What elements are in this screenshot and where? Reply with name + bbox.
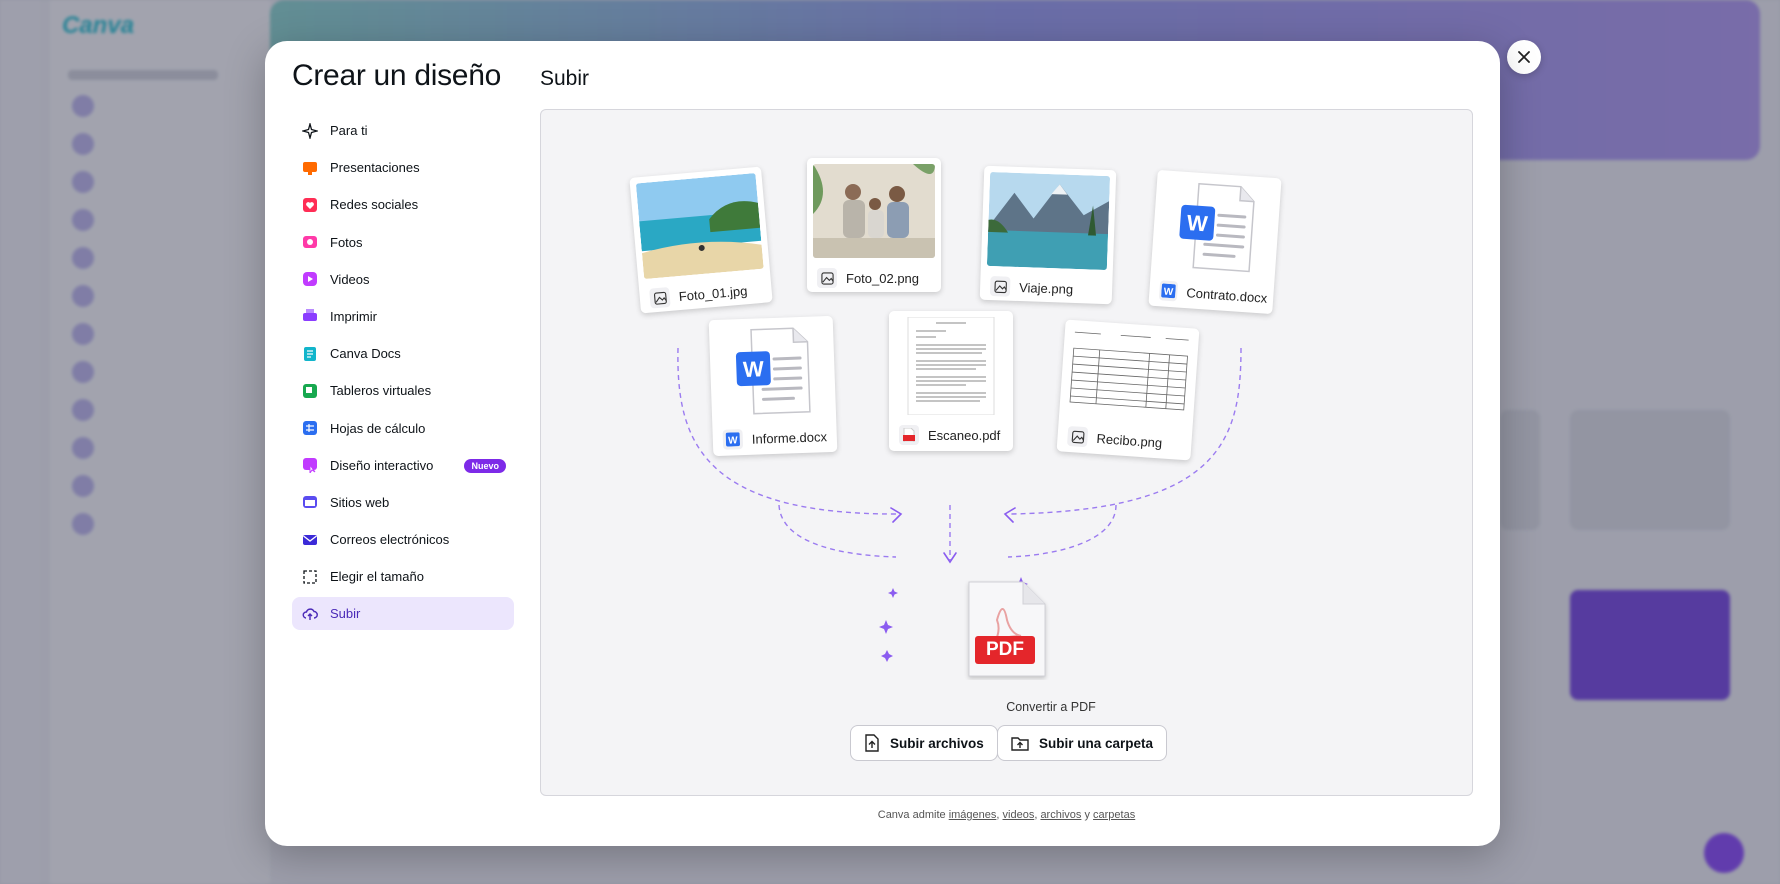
lake-photo-thumbnail (986, 171, 1111, 271)
nav-item-label: Fotos (330, 234, 363, 250)
file-name: Contrato.docx (1185, 284, 1268, 306)
nav-item-redes-sociales[interactable]: Redes sociales (292, 188, 514, 221)
file-name: Viaje.png (1018, 279, 1074, 297)
image-icon (817, 268, 837, 288)
upload-folder-button[interactable]: Subir una carpeta (997, 725, 1168, 761)
nav-item-label: Elegir el tamaño (330, 569, 424, 585)
word-icon: W (1158, 280, 1179, 302)
nav-item-canva-docs[interactable]: Canva Docs (292, 337, 514, 370)
file-card: Viaje.png (979, 165, 1117, 305)
camera-icon (302, 234, 318, 250)
nav-item-label: Redes sociales (330, 197, 419, 213)
family-photo-thumbnail (813, 164, 935, 258)
website-icon (302, 494, 318, 510)
file-card: W W Informe.docx (708, 315, 838, 457)
nav-item-label: Tableros virtuales (330, 383, 432, 399)
nav-item-label: Subir (330, 606, 361, 622)
nav-item-videos[interactable]: Videos (292, 263, 514, 296)
file-card: Recibo.png (1056, 319, 1200, 461)
beach-photo-thumbnail (635, 173, 764, 280)
whiteboard-icon (302, 383, 318, 399)
svg-text:W: W (1186, 210, 1209, 236)
create-design-modal: Crear un diseño Para ti Presentaciones Red… (265, 41, 1500, 846)
file-card: W W Contrato.docx (1148, 169, 1282, 315)
convert-to-pdf-label: Convertir a PDF (1006, 700, 1096, 714)
print-icon (302, 308, 318, 324)
pdf-badge: PDF (986, 639, 1024, 660)
file-name: Foto_02.png (846, 270, 920, 286)
files-link[interactable]: archivos (1040, 809, 1081, 821)
nav-item-dise-o-interactivo[interactable]: Diseño interactivo Nuevo (292, 449, 514, 482)
nav-item-label: Correos electrónicos (330, 532, 450, 548)
receipt-thumbnail (1065, 325, 1194, 425)
footer-text: y (1081, 809, 1094, 821)
image-icon (989, 276, 1011, 297)
nav-item-label: Diseño interactivo (330, 457, 434, 473)
heart-icon (302, 197, 318, 213)
nav-item-label: Hojas de cálculo (330, 420, 426, 436)
supported-formats-note: Canva admite imágenes, videos, archivos … (540, 809, 1473, 821)
new-badge: Nuevo (464, 458, 506, 473)
nav-item-label: Videos (330, 271, 370, 287)
file-name: Escaneo.pdf (928, 427, 1001, 443)
nav-item-imprimir[interactable]: Imprimir (292, 300, 514, 333)
nav-item-subir[interactable]: Subir (292, 597, 514, 631)
nav-item-elegir-el-tama-o[interactable]: Elegir el tamaño (292, 560, 514, 593)
scanned-document-thumbnail (895, 317, 1007, 415)
nav-item-sitios-web[interactable]: Sitios web (292, 486, 514, 519)
upload-dropzone[interactable]: Foto_01.jpg Foto_02.png Viaje.png W W Co… (540, 109, 1473, 796)
folders-link[interactable]: carpetas (1093, 809, 1135, 821)
nav-item-hojas-de-cálculo[interactable]: Hojas de cálculo (292, 412, 514, 445)
cloud-upload-icon (302, 606, 318, 622)
images-link[interactable]: imágenes (949, 809, 997, 821)
presentation-icon (302, 160, 318, 176)
image-icon (1066, 425, 1089, 448)
nav-item-label: Canva Docs (330, 346, 401, 362)
file-name: Recibo.png (1096, 430, 1163, 450)
file-card: Foto_02.png (807, 158, 941, 292)
nav-item-para-ti[interactable]: Para ti (292, 114, 514, 147)
word-doc-thumbnail: W (715, 322, 830, 420)
email-icon (302, 532, 318, 548)
design-type-nav: Para ti Presentaciones Redes sociales Fotos… (292, 114, 514, 635)
upload-files-label: Subir archivos (890, 735, 984, 751)
nav-item-presentaciones[interactable]: Presentaciones (292, 151, 514, 184)
nav-item-label: Imprimir (330, 308, 377, 324)
pdf-icon (899, 425, 919, 445)
section-title: Subir (540, 67, 590, 90)
svg-text:W: W (743, 356, 765, 382)
folder-upload-icon (1011, 737, 1029, 751)
file-name: Informe.docx (751, 428, 828, 447)
modal-title: Crear un diseño (292, 59, 501, 92)
sparkle-icon (302, 122, 318, 139)
pdf-output-icon: PDF (961, 580, 1051, 680)
videos-link[interactable]: videos (1003, 809, 1035, 821)
footer-text: Canva admite (877, 809, 949, 821)
close-button[interactable] (1507, 40, 1541, 74)
upload-folder-label: Subir una carpeta (1039, 735, 1154, 751)
nav-item-tableros-virtuales[interactable]: Tableros virtuales (292, 374, 514, 407)
file-card: Foto_01.jpg (629, 166, 773, 314)
resize-icon (302, 569, 318, 585)
video-icon (302, 271, 318, 287)
nav-item-fotos[interactable]: Fotos (292, 226, 514, 259)
nav-item-label: Presentaciones (330, 160, 420, 176)
svg-text:W: W (728, 435, 738, 446)
interactive-icon (302, 457, 318, 474)
word-icon: W (722, 429, 744, 450)
nav-item-label: Sitios web (330, 494, 390, 510)
sheet-icon (302, 420, 318, 436)
svg-text:W: W (1163, 287, 1174, 299)
close-icon (1518, 51, 1530, 63)
word-doc-thumbnail: W (1157, 176, 1275, 278)
file-upload-icon (865, 734, 879, 752)
nav-item-label: Para ti (330, 123, 368, 138)
image-icon (649, 286, 671, 309)
file-name: Foto_01.jpg (678, 282, 748, 304)
nav-item-correos-electrónicos[interactable]: Correos electrónicos (292, 523, 514, 556)
doc-icon (302, 346, 318, 362)
upload-files-button[interactable]: Subir archivos (850, 725, 998, 761)
file-card: Escaneo.pdf (889, 311, 1013, 451)
